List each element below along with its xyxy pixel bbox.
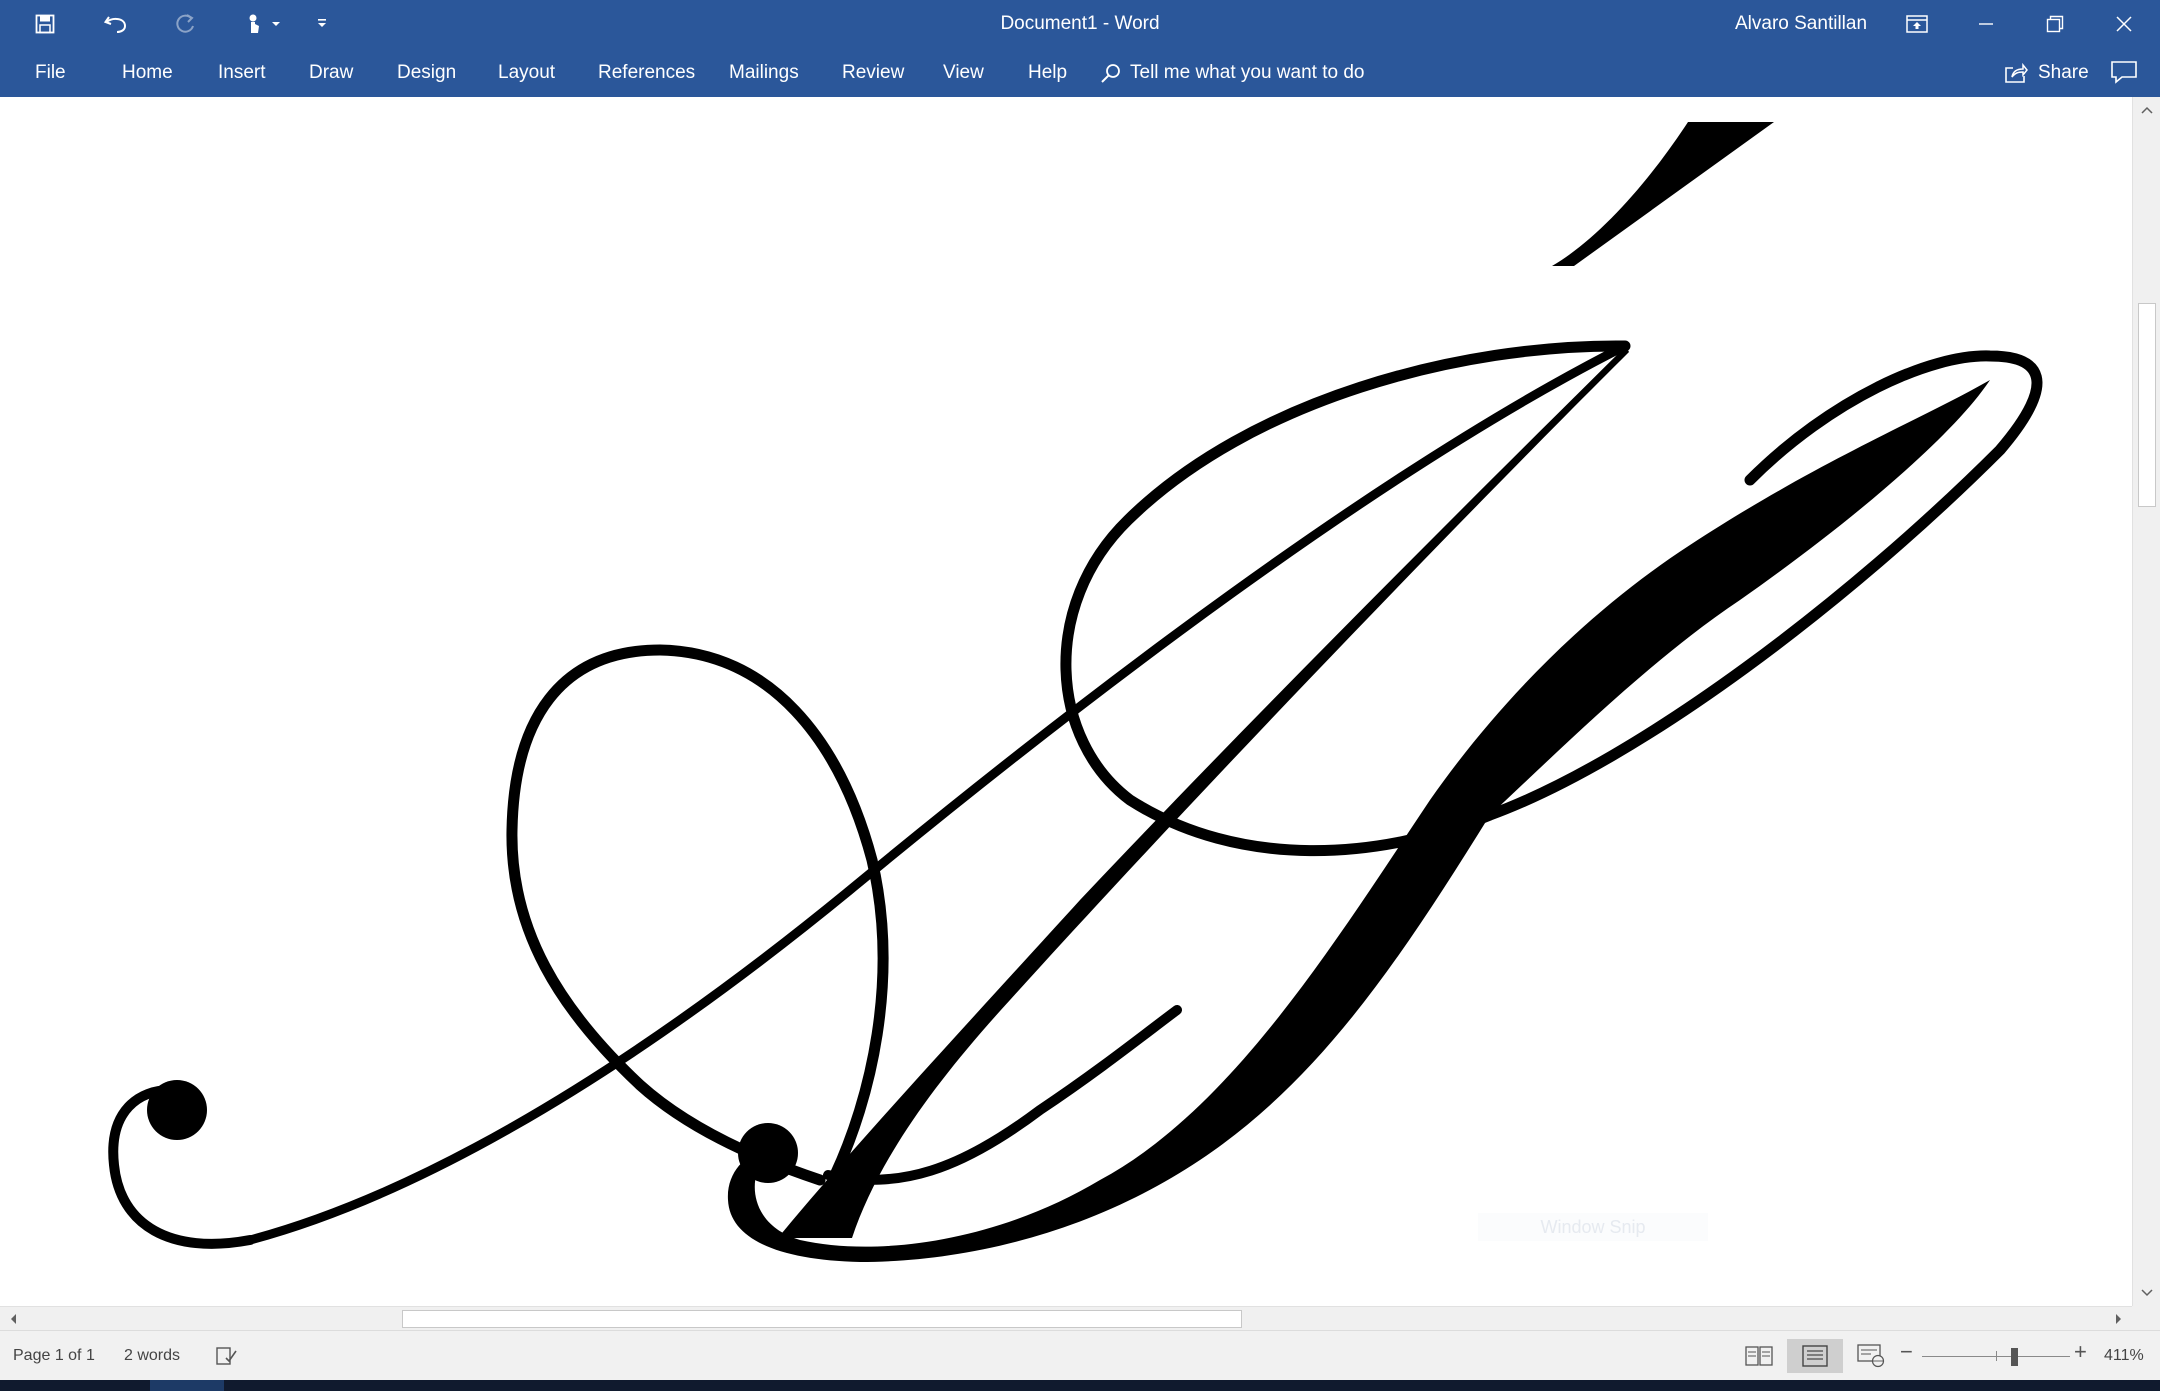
tab-help[interactable]: Help — [1028, 48, 1067, 97]
scroll-left-button[interactable] — [0, 1307, 26, 1331]
touch-mode-icon — [249, 14, 280, 33]
tell-me-label: Tell me what you want to do — [1130, 61, 1365, 83]
taskbar — [0, 1380, 2160, 1391]
user-name[interactable]: Alvaro Santillan — [1735, 0, 1867, 48]
left-ink-drop — [147, 1080, 207, 1140]
horizontal-scrollbar[interactable] — [0, 1306, 2132, 1331]
redo-button[interactable] — [170, 8, 202, 40]
horizontal-scroll-thumb[interactable] — [402, 1310, 1242, 1328]
scrollbar-corner — [2132, 1306, 2160, 1330]
proofing-button[interactable] — [216, 1346, 238, 1366]
tab-draw[interactable]: Draw — [309, 48, 353, 97]
status-bar: Page 1 of 1 2 words − + 411% — [0, 1330, 2160, 1381]
restore-icon — [2046, 15, 2064, 33]
j-descender — [727, 380, 1991, 1262]
customize-qat-icon — [318, 19, 326, 27]
tab-references[interactable]: References — [598, 48, 695, 97]
zoom-in-button[interactable]: + — [2074, 1341, 2087, 1363]
arrow-down-icon — [2141, 1289, 2153, 1297]
title-bar: Document1 - Word Alvaro Santillan — [0, 0, 2160, 48]
scroll-right-button[interactable] — [2106, 1307, 2132, 1331]
tab-view[interactable]: View — [943, 48, 984, 97]
vertical-scroll-thumb[interactable] — [2138, 303, 2156, 507]
ribbon-display-options-icon — [1906, 15, 1928, 33]
vertical-scrollbar[interactable] — [2132, 97, 2160, 1306]
scroll-down-button[interactable] — [2133, 1280, 2160, 1306]
tab-insert[interactable]: Insert — [218, 48, 266, 97]
zoom-slider-center-mark — [1996, 1351, 1997, 1361]
scroll-up-button[interactable] — [2133, 97, 2160, 123]
undo-button[interactable] — [100, 8, 132, 40]
zoom-level[interactable]: 411% — [2104, 1331, 2144, 1381]
word-count[interactable]: 2 words — [124, 1331, 180, 1381]
search-icon — [1101, 63, 1120, 83]
page-count[interactable]: Page 1 of 1 — [13, 1331, 95, 1381]
close-icon — [2116, 16, 2132, 32]
proofing-icon — [216, 1347, 237, 1365]
tell-me-search[interactable]: Tell me what you want to do — [1100, 48, 1364, 97]
tab-mailings[interactable]: Mailings — [729, 48, 799, 97]
share-label: Share — [2038, 61, 2089, 83]
snip-watermark: Window Snip — [1478, 1213, 1708, 1241]
calligraphic-letter-glyph — [108, 122, 2043, 1262]
print-layout-button[interactable] — [1787, 1339, 1843, 1373]
tab-design[interactable]: Design — [397, 48, 456, 97]
minimize-icon — [1979, 23, 1993, 25]
customize-qat-button[interactable] — [312, 8, 332, 40]
tab-home[interactable]: Home — [122, 48, 173, 97]
arrow-up-icon — [2141, 106, 2153, 114]
web-layout-icon — [1857, 1344, 1885, 1368]
touch-mode-button[interactable] — [240, 8, 286, 40]
zoom-out-button[interactable]: − — [1900, 1341, 1913, 1363]
print-layout-icon — [1802, 1345, 1828, 1367]
close-button[interactable] — [2090, 0, 2158, 48]
undo-icon — [104, 16, 127, 33]
share-icon — [2005, 62, 2028, 83]
a-left-loop — [506, 644, 889, 1186]
save-button[interactable] — [30, 8, 60, 40]
redo-icon — [176, 14, 194, 33]
ribbon-tab-bar: File Home Insert Draw Design Layout Refe… — [0, 48, 2160, 98]
tab-review[interactable]: Review — [842, 48, 904, 97]
ribbon-display-options-button[interactable] — [1883, 0, 1951, 48]
tab-file[interactable]: File — [35, 48, 66, 97]
web-layout-button[interactable] — [1843, 1339, 1899, 1373]
accent-mark — [1552, 122, 1774, 266]
a-thin-stroke — [245, 341, 1630, 1245]
share-button[interactable]: Share — [2004, 48, 2089, 97]
tab-layout[interactable]: Layout — [498, 48, 555, 97]
save-icon — [35, 14, 55, 34]
read-mode-button[interactable] — [1731, 1339, 1787, 1373]
arrow-right-icon — [2116, 1314, 2121, 1324]
document-canvas[interactable]: Window Snip — [0, 97, 2132, 1306]
restore-button[interactable] — [2021, 0, 2089, 48]
read-mode-icon — [1745, 1346, 1773, 1366]
arrow-left-icon — [11, 1314, 16, 1324]
comments-button[interactable] — [2110, 60, 2140, 86]
taskbar-active-app[interactable] — [150, 1380, 224, 1391]
zoom-slider-thumb[interactable] — [2010, 1348, 2018, 1366]
minimize-button[interactable] — [1952, 0, 2020, 48]
comment-icon — [2111, 61, 2137, 84]
